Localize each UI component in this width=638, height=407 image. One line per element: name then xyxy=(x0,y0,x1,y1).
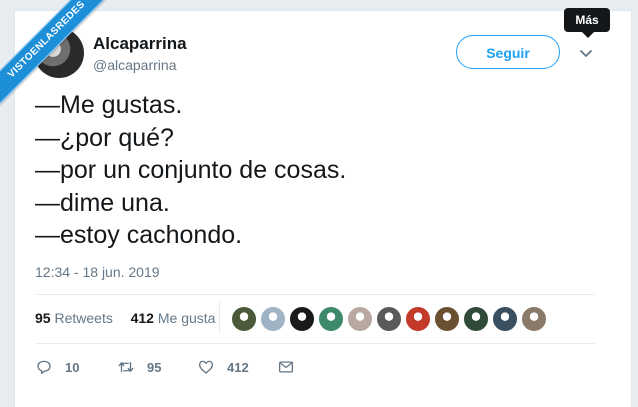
liker-avatar[interactable] xyxy=(376,306,402,332)
divider xyxy=(35,294,595,295)
retweets-count[interactable]: 95 xyxy=(35,310,51,326)
tweet-line: —Me gustas. xyxy=(35,91,183,119)
envelope-icon xyxy=(278,361,294,373)
liker-avatar[interactable] xyxy=(318,306,344,332)
reply-count: 10 xyxy=(65,359,80,375)
reply-icon xyxy=(37,360,51,375)
message-button[interactable] xyxy=(277,356,295,378)
user-name[interactable]: Alcaparrina xyxy=(93,34,187,54)
liker-avatar[interactable] xyxy=(405,306,431,332)
stats-separator xyxy=(219,302,220,334)
heart-icon xyxy=(198,360,214,374)
tweet-line: —por un conjunto de cosas. xyxy=(35,156,347,184)
tweet-line: —¿por qué? xyxy=(35,123,174,152)
liker-avatar[interactable] xyxy=(347,306,373,332)
divider xyxy=(35,343,595,344)
tweet-card: Alcaparrina @alcaparrina Seguir Más —Me … xyxy=(14,8,632,407)
more-tooltip: Más xyxy=(564,8,610,38)
tweet-line: —estoy cachondo. xyxy=(35,221,243,249)
retweet-button[interactable]: 95 xyxy=(117,356,161,378)
like-button[interactable]: 412 xyxy=(197,356,249,378)
liker-avatar[interactable] xyxy=(521,306,547,332)
reply-button[interactable]: 10 xyxy=(35,356,79,378)
likes-count[interactable]: 412 xyxy=(131,310,154,326)
tweet-line: —dime una. xyxy=(35,188,170,217)
follow-button[interactable]: Seguir xyxy=(456,35,560,69)
liker-avatar[interactable] xyxy=(289,306,315,332)
liker-avatar[interactable] xyxy=(231,306,257,332)
likes-label[interactable]: Me gusta xyxy=(158,310,216,326)
retweet-count: 95 xyxy=(147,359,162,375)
retweet-icon xyxy=(118,361,134,373)
liker-avatar[interactable] xyxy=(492,306,518,332)
liker-avatar[interactable] xyxy=(434,306,460,332)
liker-avatar[interactable] xyxy=(260,306,286,332)
timestamp[interactable]: 12:34 - 18 jun. 2019 xyxy=(35,264,160,280)
like-count: 412 xyxy=(227,359,249,375)
retweets-label[interactable]: Retweets xyxy=(54,310,112,326)
tweet-text: —Me gustas. —¿por qué? —por un conjunto … xyxy=(35,89,346,252)
chevron-down-icon[interactable] xyxy=(578,45,594,61)
user-handle[interactable]: @alcaparrina xyxy=(93,57,176,73)
liker-avatar[interactable] xyxy=(463,306,489,332)
engagement-stats: 95 Retweets 412 Me gusta xyxy=(35,310,215,326)
